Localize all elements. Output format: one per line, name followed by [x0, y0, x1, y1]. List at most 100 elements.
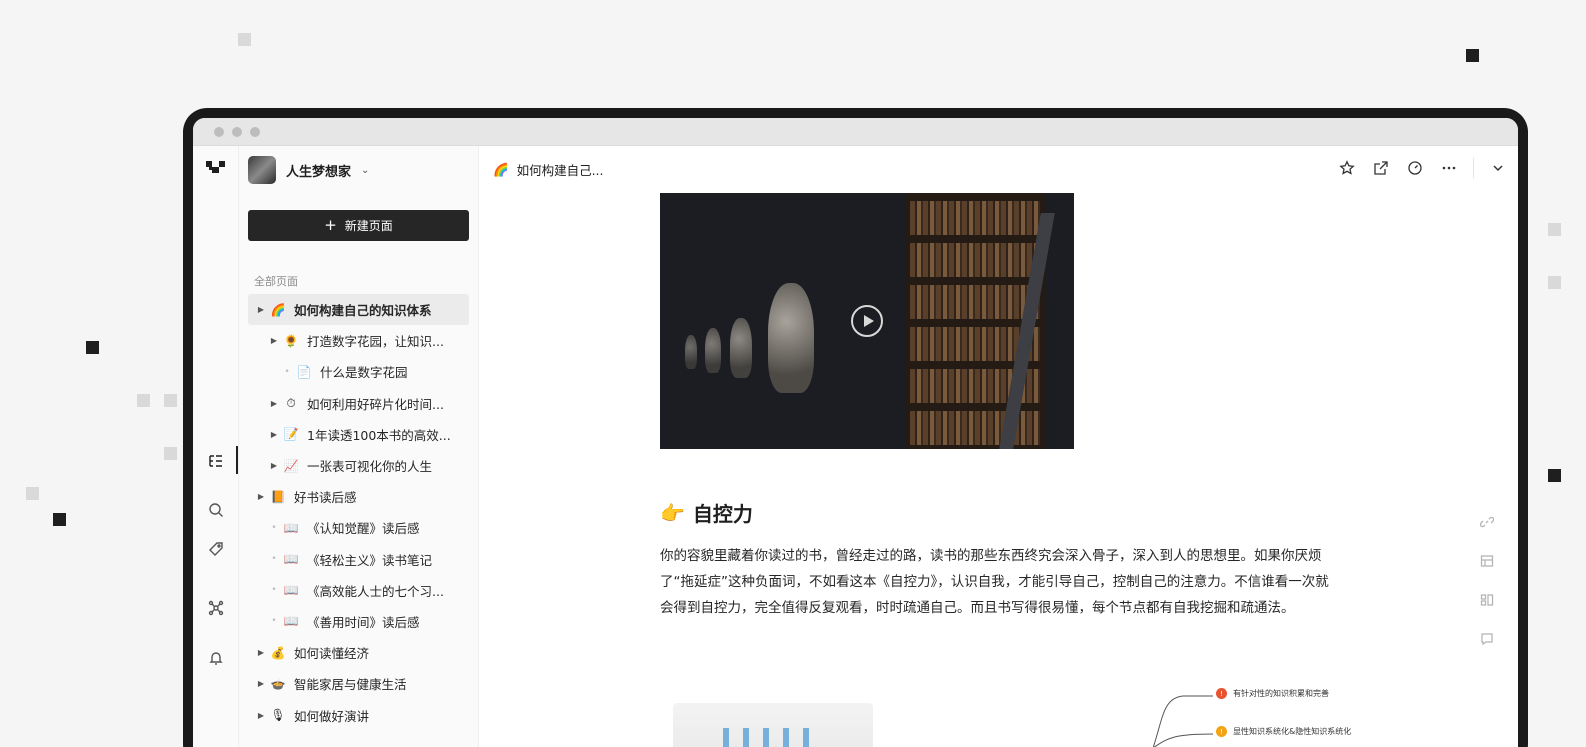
sidebar-page-item[interactable]: • 📖 《轻松主义》读书笔记 [248, 544, 469, 575]
workspace-switcher[interactable]: 人生梦想家 ⌄ [248, 156, 369, 184]
page-emoji-icon: 📙 [270, 489, 286, 504]
bullet-dot-icon: • [284, 366, 290, 377]
all-pages-label: 全部页面 [254, 275, 298, 288]
window-zoom-dot[interactable] [250, 126, 260, 137]
expand-arrow-icon[interactable]: ▶ [267, 336, 281, 345]
expand-arrow-icon[interactable]: ▶ [267, 430, 281, 439]
expand-arrow-icon[interactable]: ▶ [267, 399, 281, 408]
window-close-dot[interactable] [214, 126, 224, 137]
history-icon[interactable] [1405, 158, 1425, 178]
page-emoji-icon: 📖 [283, 552, 299, 567]
new-page-label: 新建页面 [344, 219, 393, 233]
expand-arrow-icon[interactable]: ▶ [254, 711, 268, 720]
sidebar-page-item[interactable]: ▶ 📈 一张表可视化你的人生 [248, 450, 469, 481]
page-label: 《善用时间》读后感 [307, 614, 420, 630]
node-label-1: 有针对性的知识积累和完善 [1233, 689, 1329, 698]
page-label: 《轻松主义》读书笔记 [307, 552, 433, 568]
sidebar-page-item[interactable]: ▶ 💰 如何读懂经济 [248, 637, 469, 668]
page-emoji-icon: 📝 [283, 427, 299, 442]
node-label-2: 显性知识系统化&隐性知识系统化 [1233, 727, 1352, 736]
sidebar-page-item[interactable]: ▶ 📝 1年读透100本书的高效... [248, 419, 469, 450]
pointing-hand-icon: 👉 [660, 500, 685, 525]
sidebar-page-item[interactable]: ▶ 🍲 智能家居与健康生活 [248, 668, 469, 699]
comment-icon[interactable] [1478, 630, 1496, 648]
page-emoji-icon: 🍲 [270, 676, 286, 691]
sidebar-page-item[interactable]: ▶ 🎙 如何做好演讲 [248, 699, 469, 730]
app-logo-icon[interactable] [204, 156, 228, 180]
page-label: 如何读懂经济 [294, 646, 370, 662]
video-block[interactable] [660, 193, 1074, 449]
page-tree: ▶ 🌈 如何构建自己的知识体系 ▶ 🌻 打造数字花园，让知识... • 📄 什么是数字花园 ▶ ⏱ 如… [248, 294, 469, 731]
page-emoji-icon: 🎙 [270, 708, 286, 723]
page-label: 如何构建自己的知识体系 [294, 303, 432, 319]
layout-icon[interactable] [1478, 591, 1496, 609]
more-icon[interactable] [1439, 158, 1459, 178]
icon-rail [193, 146, 239, 747]
bullet-dot-icon: • [271, 522, 277, 533]
mindmap-node-1: ! 有针对性的知识积累和完善 [1216, 688, 1329, 699]
page-label: 1年读透100本书的高效... [307, 427, 451, 443]
page-label: 好书读后感 [294, 490, 357, 506]
workspace-avatar [248, 156, 276, 184]
page-emoji-icon: 💰 [270, 645, 286, 660]
sidebar-page-item[interactable]: • 📄 什么是数字花园 [248, 356, 469, 387]
rail-active-indicator [236, 446, 238, 474]
tag-icon[interactable] [204, 537, 228, 561]
page-label: 打造数字花园，让知识... [307, 334, 444, 350]
page-label: 《认知觉醒》读后感 [307, 521, 420, 537]
sidebar-page-item[interactable]: ▶ 🌻 打造数字花园，让知识... [248, 325, 469, 356]
toolbar-divider [1473, 158, 1474, 178]
collapse-icon[interactable] [1488, 158, 1508, 178]
page-emoji-icon: 🌻 [283, 333, 299, 348]
table-icon[interactable] [1478, 552, 1496, 570]
body-paragraph: 你的容貌里藏着你读过的书，曾经走过的路，读书的那些东西终究会深入骨子，深入到人的… [660, 548, 1329, 616]
expand-arrow-icon[interactable]: ▶ [267, 461, 281, 470]
mindmap-node-2: ! 显性知识系统化&隐性知识系统化 [1216, 726, 1351, 737]
page-emoji-icon: 📈 [283, 458, 299, 473]
expand-arrow-icon[interactable]: ▶ [254, 305, 268, 314]
window-titlebar [193, 118, 1518, 146]
workspace-name: 人生梦想家 [286, 164, 352, 180]
node-bullet-1: ! [1216, 688, 1227, 699]
page-emoji-icon: 📄 [296, 364, 312, 379]
bell-icon[interactable] [204, 646, 228, 670]
sidebar-page-item[interactable]: ▶ 🌈 如何构建自己的知识体系 [248, 294, 469, 326]
expand-arrow-icon[interactable]: ▶ [254, 492, 268, 501]
expand-arrow-icon[interactable]: ▶ [254, 648, 268, 657]
sidebar-page-item[interactable]: • 📖 《认知觉醒》读后感 [248, 512, 469, 543]
page-label: 如何利用好碎片化时间... [307, 396, 444, 412]
search-icon[interactable] [204, 498, 228, 522]
sidebar-page-item[interactable]: • 📖 《高效能人士的七个习... [248, 575, 469, 606]
section-heading: 👉 自控力 [660, 498, 753, 527]
app-window: 人生梦想家 ⌄ + 新建页面 全部页面 ▶ 🌈 如何构建自己的知识体系 ▶ 🌻 打造数字花… [193, 118, 1518, 747]
bullet-dot-icon: • [271, 616, 277, 627]
book-cover-image [673, 703, 873, 747]
expand-arrow-icon[interactable]: ▶ [254, 679, 268, 688]
star-icon[interactable] [1337, 158, 1357, 178]
breadcrumb-title: 如何构建自己... [516, 163, 604, 178]
page-emoji-icon: 📖 [283, 614, 299, 629]
window-minimize-dot[interactable] [232, 126, 242, 137]
breadcrumb-emoji: 🌈 [493, 161, 509, 177]
page-actions [1337, 158, 1508, 178]
share-icon[interactable] [1371, 158, 1391, 178]
sidebar-page-item[interactable]: ▶ 📙 好书读后感 [248, 481, 469, 512]
page-label: 什么是数字花园 [320, 365, 408, 381]
graph-icon[interactable] [204, 596, 228, 620]
bullet-dot-icon: • [271, 585, 277, 596]
sidebar-page-item[interactable]: • 📖 《善用时间》读后感 [248, 606, 469, 637]
page-label: 智能家居与健康生活 [294, 677, 407, 693]
page-label: 如何做好演讲 [294, 708, 370, 724]
new-page-button[interactable]: + 新建页面 [248, 210, 469, 241]
page-tree-icon[interactable] [204, 449, 228, 473]
heading-text: 自控力 [692, 502, 753, 526]
page-emoji-icon: 🌈 [270, 302, 286, 317]
node-bullet-2: ! [1216, 726, 1227, 737]
page-emoji-icon: 📖 [283, 583, 299, 598]
link-icon[interactable] [1478, 513, 1496, 531]
page-label: 《高效能人士的七个习... [307, 583, 444, 599]
sidebar-page-item[interactable]: ▶ ⏱ 如何利用好碎片化时间... [248, 388, 469, 419]
breadcrumb[interactable]: 🌈 如何构建自己... [493, 160, 604, 179]
play-icon[interactable] [851, 305, 883, 337]
sidebar: 人生梦想家 ⌄ + 新建页面 全部页面 ▶ 🌈 如何构建自己的知识体系 ▶ 🌻 打造数字花… [239, 146, 479, 747]
